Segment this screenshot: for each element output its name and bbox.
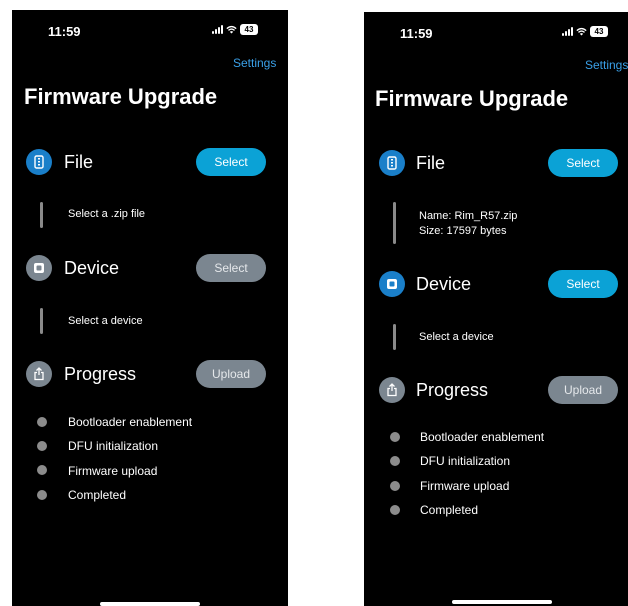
step-status-dot [390, 505, 400, 515]
status-time: 11:59 [400, 26, 433, 41]
battery-icon: 43 [240, 24, 258, 35]
file-name-text: Name: Rim_R57.zip [419, 210, 518, 222]
select-device-button[interactable]: Select [196, 254, 266, 282]
step-label: Firmware upload [68, 464, 158, 478]
status-icons: 43 [212, 24, 258, 35]
step-label: Completed [68, 488, 127, 502]
section-label-device: Device [64, 258, 120, 278]
wifi-icon [226, 25, 237, 34]
file-icon [379, 150, 405, 176]
upload-button[interactable]: Upload [548, 376, 618, 404]
step-status-dot [37, 417, 47, 427]
file-info-bar [40, 202, 43, 228]
select-file-button[interactable]: Select [196, 148, 266, 176]
device-info-bar [40, 308, 43, 334]
step-label: Bootloader enablement [420, 430, 545, 444]
file-info-bar [393, 202, 396, 244]
settings-link[interactable]: Settings [585, 58, 628, 72]
select-device-button[interactable]: Select [548, 270, 618, 298]
device-icon [379, 271, 405, 297]
device-icon [26, 255, 52, 281]
section-label-progress: Progress [416, 380, 489, 400]
section-label-progress: Progress [64, 364, 137, 384]
wifi-icon [576, 27, 587, 36]
share-upload-icon [26, 361, 52, 387]
device-info-text: Select a device [419, 331, 494, 343]
status-time: 11:59 [48, 24, 81, 39]
home-indicator[interactable] [452, 600, 552, 604]
step-label: Firmware upload [420, 479, 510, 493]
page-title: Firmware Upgrade [24, 84, 218, 109]
step-status-dot [390, 481, 400, 491]
step-status-dot [37, 490, 47, 500]
cellular-signal-icon [562, 27, 573, 36]
step-status-dot [390, 432, 400, 442]
step-label: Completed [420, 503, 479, 517]
device-info-text: Select a device [68, 315, 143, 327]
step-status-dot [37, 441, 47, 451]
phone-screen-initial: 11:59 43 Settings Firmware Upgrade File … [12, 10, 288, 606]
step-label: DFU initialization [420, 454, 511, 468]
section-label-device: Device [416, 274, 472, 294]
status-icons: 43 [562, 26, 608, 37]
file-size-text: Size: 17597 bytes [419, 225, 507, 237]
file-info-text: Select a .zip file [68, 208, 146, 220]
upload-button[interactable]: Upload [196, 360, 266, 388]
settings-link[interactable]: Settings [233, 56, 276, 70]
device-info-bar [393, 324, 396, 350]
section-label-file: File [64, 152, 94, 172]
page-title: Firmware Upgrade [375, 86, 569, 111]
home-indicator[interactable] [100, 602, 200, 606]
battery-icon: 43 [590, 26, 608, 37]
step-label: Bootloader enablement [68, 415, 193, 429]
share-upload-icon [379, 377, 405, 403]
phone-screen-file-selected: 11:59 43 Settings Firmware Upgrade File … [364, 12, 628, 606]
step-status-dot [390, 456, 400, 466]
step-label: DFU initialization [68, 439, 159, 453]
select-file-button[interactable]: Select [548, 149, 618, 177]
section-label-file: File [416, 153, 446, 173]
file-icon [26, 149, 52, 175]
cellular-signal-icon [212, 25, 223, 34]
step-status-dot [37, 465, 47, 475]
